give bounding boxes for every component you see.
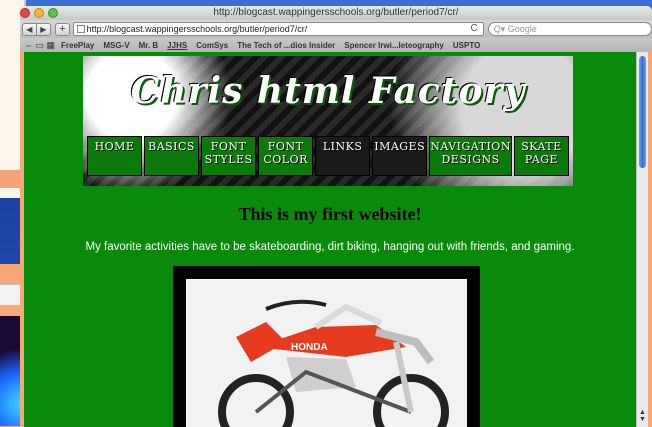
page-heading: This is my first website! bbox=[238, 204, 422, 224]
banner-title: Chris html Factory bbox=[130, 70, 526, 112]
add-bookmark-button[interactable]: + bbox=[55, 22, 70, 36]
nav-link-skate[interactable]: SKATE PAGE bbox=[513, 136, 569, 176]
nav-link-label-line2: PAGE bbox=[524, 153, 559, 166]
nav-link-links[interactable]: LINKS bbox=[315, 136, 371, 176]
bookmark-item[interactable]: MSG-V bbox=[103, 41, 129, 50]
nav-link-label: BASICS bbox=[148, 140, 195, 153]
bookmark-item[interactable]: The Tech of ...dios Insider bbox=[237, 41, 335, 50]
bookmark-item[interactable]: Mr. B bbox=[139, 41, 159, 50]
nav-link-label-line2: DESIGNS bbox=[441, 153, 500, 166]
search-field[interactable]: Q▾ Google bbox=[487, 22, 652, 36]
reload-icon[interactable]: C bbox=[471, 23, 478, 35]
forward-button[interactable]: ▶ bbox=[36, 22, 52, 36]
address-text: http://blogcast.wappingersschools.org/bu… bbox=[86, 24, 308, 34]
bookmarks-bar: ⇔ ▭ ▦ FreePlay MSG-V Mr. B JJHS ComSys The Te… bbox=[20, 38, 652, 52]
nav-link-label-line2: COLOR bbox=[263, 153, 308, 166]
bookmark-item[interactable]: USPTO bbox=[453, 41, 480, 50]
page-scrollbar[interactable]: ▲ ▼ bbox=[636, 52, 648, 427]
nav-link-images[interactable]: IMAGES bbox=[372, 136, 428, 176]
photo-brand-label: HONDA bbox=[291, 342, 328, 353]
window-title: http://blogcast.wappingersschools.org/bu… bbox=[213, 7, 459, 18]
scroll-thumb[interactable] bbox=[639, 56, 646, 168]
bookmark-item[interactable]: FreePlay bbox=[61, 41, 94, 50]
bookmark-item[interactable]: Spencer Irwi...leteography bbox=[344, 41, 444, 50]
title-bar[interactable]: http://blogcast.wappingersschools.org/bu… bbox=[20, 6, 652, 20]
bookmark-item[interactable]: ComSys bbox=[196, 41, 228, 50]
nav-link-font[interactable]: FONT STYLES bbox=[201, 136, 257, 176]
nav-link-label: NAVIGATION bbox=[430, 140, 511, 153]
nav-link-label: FONT bbox=[267, 140, 304, 153]
browser-window: http://blogcast.wappingersschools.org/bu… bbox=[20, 6, 652, 427]
back-button[interactable]: ◀ bbox=[22, 22, 37, 36]
nav-link-basics[interactable]: BASICS bbox=[144, 136, 200, 176]
site-navigation: HOME BASICS FONT STYLES FONT COLOR LINKS IMAGES… bbox=[87, 136, 569, 176]
nav-link-navigation[interactable]: NAVIGATION DESIGNS bbox=[429, 136, 512, 176]
site-banner: Chris html Factory HOME BASICS FONT STYLES F… bbox=[83, 56, 573, 186]
show-all-bookmarks-icon[interactable]: ⇔ ▭ ▦ bbox=[24, 40, 55, 51]
nav-link-label: LINKS bbox=[322, 140, 363, 153]
nav-link-label-line2: STYLES bbox=[204, 153, 253, 166]
address-field[interactable]: http://blogcast.wappingersschools.org/bu… bbox=[72, 22, 484, 36]
page-viewport: Chris html Factory HOME BASICS FONT STYLES F… bbox=[24, 52, 636, 427]
nav-link-label: FONT bbox=[210, 140, 247, 153]
photo-frame: HONDA bbox=[173, 266, 480, 427]
nav-link-font[interactable]: FONT COLOR bbox=[258, 136, 314, 176]
page-favicon-icon bbox=[76, 25, 85, 33]
nav-link-home[interactable]: HOME bbox=[87, 136, 143, 176]
browser-toolbar: ◀ ▶ + http://blogcast.wappingersschools.… bbox=[20, 20, 652, 38]
scroll-down-arrow-icon[interactable]: ▲ ▼ bbox=[639, 409, 646, 423]
bookmark-item[interactable]: JJHS bbox=[167, 41, 187, 50]
page-text: My favorite activities have to be skateb… bbox=[85, 241, 575, 253]
dirt-bike-illustration: HONDA bbox=[218, 299, 449, 427]
nav-link-label: SKATE bbox=[521, 140, 562, 153]
nav-link-label: HOME bbox=[94, 140, 135, 153]
nav-link-label: IMAGES bbox=[374, 140, 426, 153]
dirt-bike-photo: HONDA bbox=[186, 279, 467, 427]
